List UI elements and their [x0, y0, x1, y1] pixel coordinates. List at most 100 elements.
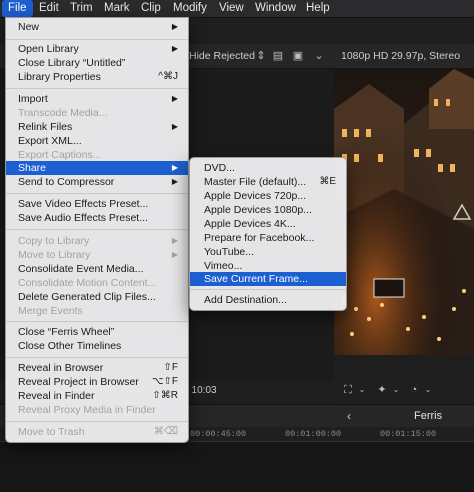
- filmstrip-icon[interactable]: ▣: [292, 50, 304, 62]
- menu-item-reveal-project-in-browser[interactable]: Reveal Project in Browser ⌥⇧F: [6, 375, 188, 389]
- menu-view[interactable]: View: [213, 0, 250, 17]
- share-item-add-destination[interactable]: Add Destination...: [190, 293, 346, 307]
- menu-item-label: Export Captions...: [18, 149, 102, 161]
- menu-item-reveal-in-finder[interactable]: Reveal in Finder ⇧⌘R: [6, 389, 188, 403]
- viewer-format-info: 1080p HD 29.97p, Stereo: [341, 50, 461, 62]
- menu-item-consolidate-event-media[interactable]: Consolidate Event Media...: [6, 262, 188, 276]
- menu-item-label: Library Properties: [18, 71, 101, 83]
- menu-item-reveal-in-browser[interactable]: Reveal in Browser ⇧F: [6, 361, 188, 375]
- menu-item-move-to-trash: Move to Trash ⌘⌫: [6, 425, 188, 439]
- menu-separator: [6, 193, 188, 194]
- back-arrow-icon[interactable]: ‹: [347, 405, 351, 427]
- menu-item-relink-files[interactable]: Relink Files ▶: [6, 120, 188, 134]
- menu-item-delete-generated-clip-files[interactable]: Delete Generated Clip Files...: [6, 290, 188, 304]
- menu-item-label: Share: [18, 162, 47, 174]
- menu-help[interactable]: Help: [300, 0, 336, 17]
- menu-item-close-other-timelines[interactable]: Close Other Timelines: [6, 339, 188, 353]
- speed-icon[interactable]: ◔: [408, 384, 420, 396]
- menu-item-close-library[interactable]: Close Library “Untitled”: [6, 56, 188, 70]
- menu-item-label: Save Current Frame...: [204, 273, 308, 285]
- menu-item-move-to-library: Move to Library ▶: [6, 248, 188, 262]
- menu-item-label: Apple Devices 1080p...: [204, 204, 312, 216]
- timeline-body[interactable]: [0, 442, 474, 492]
- menu-item-label: Master File (default)...: [204, 176, 307, 188]
- submenu-arrow-icon: ▶: [171, 122, 178, 131]
- share-item-youtube[interactable]: YouTube...: [190, 245, 346, 259]
- menu-item-label: Vimeo...: [204, 260, 243, 272]
- menu-shortcut: ⌘E: [319, 176, 336, 187]
- magic-wand-icon[interactable]: ✦: [376, 384, 388, 396]
- menu-item-label: Transcode Media...: [18, 107, 108, 119]
- menu-item-label: Merge Events: [18, 305, 83, 317]
- menu-item-save-audio-effects-preset[interactable]: Save Audio Effects Preset...: [6, 211, 188, 225]
- menu-shortcut: ^⌘J: [158, 71, 178, 82]
- menu-item-label: Consolidate Event Media...: [18, 263, 144, 275]
- browser-status-text: , 10:03: [186, 385, 217, 396]
- menu-item-label: Reveal Project in Browser: [18, 376, 139, 388]
- menu-file[interactable]: File: [2, 0, 33, 17]
- menu-item-label: Delete Generated Clip Files...: [18, 291, 156, 303]
- share-item-dvd[interactable]: DVD...: [190, 161, 346, 175]
- menu-item-import[interactable]: Import ▶: [6, 92, 188, 106]
- chevron-down-icon[interactable]: ⌄: [390, 384, 402, 396]
- menu-item-reveal-proxy-media-in-finder: Reveal Proxy Media in Finder: [6, 403, 188, 417]
- menu-item-library-properties[interactable]: Library Properties ^⌘J: [6, 70, 188, 84]
- chevron-down-icon[interactable]: ⌄: [422, 384, 434, 396]
- menu-item-export-captions: Export Captions...: [6, 148, 188, 162]
- menu-edit[interactable]: Edit: [33, 0, 65, 17]
- menu-clip[interactable]: Clip: [135, 0, 167, 17]
- menu-shortcut: ⌥⇧F: [151, 376, 178, 387]
- menu-item-open-library[interactable]: Open Library ▶: [6, 42, 188, 56]
- menu-modify[interactable]: Modify: [167, 0, 213, 17]
- share-item-master-file[interactable]: Master File (default)... ⌘E: [190, 175, 346, 189]
- file-menu: New ▶ Open Library ▶ Close Library “Untitl…: [5, 17, 189, 443]
- menu-separator: [6, 321, 188, 322]
- share-item-apple-devices-4k[interactable]: Apple Devices 4K...: [190, 217, 346, 231]
- menu-item-label: Move to Trash: [18, 426, 85, 438]
- menu-item-share[interactable]: Share ▶: [6, 161, 188, 175]
- ruler-label: 00:01:15:00: [380, 429, 437, 439]
- menu-item-label: Relink Files: [18, 121, 73, 133]
- viewer-controls: ⛶ ⌄ ✦ ⌄ ◔ ⌄: [334, 376, 474, 404]
- viewer-toolbar: 1080p HD 29.97p, Stereo: [334, 44, 474, 69]
- ruler-label: 00:00:45:00: [190, 429, 247, 439]
- viewer-image: [334, 69, 474, 355]
- menu-item-label: DVD...: [204, 162, 235, 174]
- menu-item-consolidate-motion-content: Consolidate Motion Content...: [6, 276, 188, 290]
- menu-separator: [6, 229, 188, 230]
- chevron-down-icon[interactable]: ⌄: [356, 384, 368, 396]
- menu-item-export-xml[interactable]: Export XML...: [6, 134, 188, 148]
- clip-appearance-icon[interactable]: ▤: [272, 50, 284, 62]
- menu-bar: File Edit Trim Mark Clip Modify View Win…: [0, 0, 474, 18]
- submenu-arrow-icon: ▶: [171, 94, 178, 103]
- menu-item-label: Import: [18, 93, 48, 105]
- share-item-save-current-frame[interactable]: Save Current Frame...: [190, 272, 346, 286]
- submenu-arrow-icon: ▶: [171, 236, 178, 245]
- updown-chevron-icon: ⇕: [256, 50, 266, 62]
- menu-item-label: Save Audio Effects Preset...: [18, 212, 148, 224]
- viewer-frame: [334, 69, 474, 355]
- clip-filter-popup[interactable]: Hide Rejected: [189, 44, 255, 68]
- menu-item-new[interactable]: New ▶: [6, 20, 188, 34]
- transform-icon[interactable]: ⛶: [342, 384, 354, 396]
- menu-item-copy-to-library: Copy to Library ▶: [6, 234, 188, 248]
- menu-separator: [190, 289, 346, 290]
- share-item-vimeo[interactable]: Vimeo...: [190, 259, 346, 273]
- menu-mark[interactable]: Mark: [98, 0, 136, 17]
- menu-item-label: Prepare for Facebook...: [204, 232, 315, 244]
- menu-item-label: Close Other Timelines: [18, 340, 122, 352]
- menu-item-close-ferris-wheel[interactable]: Close “Ferris Wheel”: [6, 325, 188, 339]
- submenu-arrow-icon: ▶: [171, 22, 178, 31]
- share-item-apple-devices-1080p[interactable]: Apple Devices 1080p...: [190, 203, 346, 217]
- menu-item-send-to-compressor[interactable]: Send to Compressor ▶: [6, 175, 188, 189]
- submenu-arrow-icon: ▶: [171, 250, 178, 259]
- menu-window[interactable]: Window: [249, 0, 302, 17]
- share-item-prepare-for-facebook[interactable]: Prepare for Facebook...: [190, 231, 346, 245]
- share-item-apple-devices-720p[interactable]: Apple Devices 720p...: [190, 189, 346, 203]
- chevron-down-icon[interactable]: ⌄: [313, 50, 325, 62]
- menu-item-label: Save Video Effects Preset...: [18, 198, 149, 210]
- menu-item-save-video-effects-preset[interactable]: Save Video Effects Preset...: [6, 197, 188, 211]
- menu-item-transcode-media: Transcode Media...: [6, 106, 188, 120]
- menu-item-label: Reveal Proxy Media in Finder: [18, 404, 156, 416]
- menu-trim[interactable]: Trim: [64, 0, 99, 17]
